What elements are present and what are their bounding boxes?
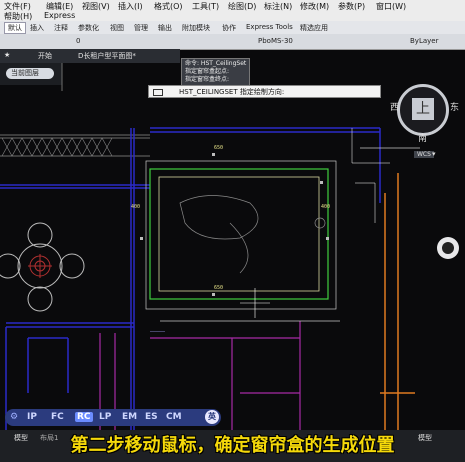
command-prompt: 指定绘制方向:: [239, 88, 285, 96]
tab-output[interactable]: 输出: [158, 23, 172, 33]
svg-text:—————: —————: [150, 329, 166, 335]
command-icon: [153, 89, 163, 96]
tooltip-line-1: 命令: HST_CeilingSet: [185, 60, 247, 67]
menu-draw[interactable]: 绘图(D): [228, 1, 256, 12]
navigation-wheel-icon[interactable]: [437, 237, 459, 259]
menu-view[interactable]: 视图(V): [82, 1, 110, 12]
star-icon[interactable]: ★: [4, 51, 10, 59]
svg-text:400: 400: [131, 204, 140, 210]
menu-express[interactable]: Express: [44, 11, 75, 20]
snap-em[interactable]: EM: [122, 412, 137, 422]
wcs-menu[interactable]: WCS: [414, 151, 434, 158]
tab-view[interactable]: 视图: [110, 23, 124, 33]
tab-home[interactable]: 默认: [4, 22, 26, 34]
command-tooltip: 命令: HST_CeilingSet 指定窗帘盒起点: 指定窗帘盒终点:: [181, 58, 251, 86]
menu-format[interactable]: 格式(O): [154, 1, 183, 12]
command-line[interactable]: HST_CEILINGSET 指定绘制方向:: [148, 85, 381, 98]
tab-insert[interactable]: 插入: [30, 23, 44, 33]
viewcube[interactable]: 上 西 东 南: [390, 78, 459, 160]
menu-modify[interactable]: 修改(M): [300, 1, 329, 12]
compass-west[interactable]: 西: [390, 100, 399, 113]
tooltip-line-3: 指定窗帘盒终点:: [185, 76, 230, 83]
snap-rc[interactable]: RC: [75, 412, 93, 422]
compass-south[interactable]: 南: [418, 131, 427, 144]
snap-es[interactable]: ES: [145, 412, 158, 422]
tooltip-line-2: 指定窗帘盒起点:: [185, 68, 230, 75]
menu-bar: 文件(F) 编辑(E) 视图(V) 插入(I) 格式(O) 工具(T) 绘图(D…: [0, 0, 465, 21]
linetype-combo[interactable]: ByLayer: [410, 37, 438, 45]
video-caption: 第二步移动鼠标，确定窗帘盒的生成位置: [70, 435, 395, 456]
snap-cm[interactable]: CM: [166, 412, 182, 422]
snap-mode-bar: ⚙ IP FC RC LP EM ES CM 英: [5, 409, 221, 426]
ribbon-tabs: 默认 插入 注释 参数化 视图 管理 输出 附加模块 协作 Express To…: [0, 21, 465, 35]
navigation-wheel-center[interactable]: [442, 242, 454, 254]
tab-featured-apps[interactable]: 精选应用: [300, 23, 328, 33]
viewcube-top-face[interactable]: 上: [412, 98, 434, 120]
file-tabbar: ★ 开始 D长租户型平面图*: [0, 49, 180, 63]
menu-window[interactable]: 窗口(W): [376, 1, 406, 12]
tab-manage[interactable]: 管理: [134, 23, 148, 33]
layer-combo[interactable]: 0: [76, 37, 80, 45]
chevron-down-icon[interactable]: ▾: [432, 150, 436, 158]
menu-parameter[interactable]: 参数(P): [338, 1, 365, 12]
svg-text:650: 650: [214, 145, 223, 151]
snap-ip[interactable]: IP: [27, 412, 37, 422]
file-tab-drawing[interactable]: D长租户型平面图*: [78, 51, 136, 61]
gear-icon[interactable]: ⚙: [10, 412, 18, 422]
compass-east[interactable]: 东: [450, 100, 459, 113]
snap-lp[interactable]: LP: [99, 412, 111, 422]
menu-dimension[interactable]: 标注(N): [264, 1, 292, 12]
snap-fc[interactable]: FC: [51, 412, 64, 422]
property-toolstrip: 0 PboMS-30 ByLayer: [0, 34, 465, 50]
tab-annotate[interactable]: 注释: [54, 23, 68, 33]
tab-express-tools[interactable]: Express Tools: [246, 23, 293, 31]
menu-tools[interactable]: 工具(T): [192, 1, 219, 12]
menu-insert[interactable]: 插入(I): [118, 1, 143, 12]
tab-collaborate[interactable]: 协作: [222, 23, 236, 33]
plotstyle-combo[interactable]: PboMS-30: [258, 37, 293, 45]
start-tab[interactable]: 开始: [38, 51, 52, 61]
svg-text:650: 650: [214, 285, 223, 291]
input-language-icon[interactable]: 英: [205, 410, 219, 424]
svg-text:400: 400: [321, 204, 330, 210]
tab-addins[interactable]: 附加模块: [182, 23, 210, 33]
command-name: HST_CEILINGSET: [179, 88, 238, 96]
tab-parametric[interactable]: 参数化: [78, 23, 99, 33]
